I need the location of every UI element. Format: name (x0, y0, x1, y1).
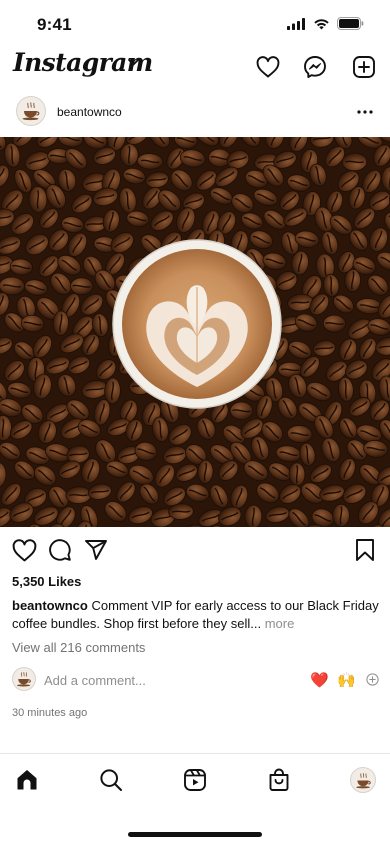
search-icon (100, 769, 122, 791)
wifi-icon (314, 18, 329, 29)
status-time: 9:41 (37, 15, 72, 34)
post-photo[interactable] (0, 137, 390, 527)
nav-home[interactable] (13, 766, 41, 794)
add-comment-row: ❤️ 🙌 (0, 667, 390, 693)
post-header: beantownco (0, 94, 390, 132)
caption-more-link[interactable]: more (261, 616, 295, 631)
messenger-icon (304, 56, 326, 78)
send-icon (85, 540, 107, 560)
add-comment-input[interactable] (44, 673, 294, 688)
heart-icon (12, 538, 36, 561)
new-post-button[interactable] (351, 54, 377, 80)
post-options-button[interactable] (356, 103, 374, 121)
post-author-username[interactable]: beantownco (57, 105, 122, 119)
messages-button[interactable] (302, 54, 328, 80)
shopping-bag-icon (269, 768, 289, 791)
save-button[interactable] (352, 537, 378, 563)
chevron-down-icon[interactable] (127, 58, 140, 67)
bottom-navigation (0, 753, 390, 844)
post-actions (0, 537, 390, 563)
bookmark-icon (356, 539, 374, 561)
share-button[interactable] (83, 537, 109, 563)
battery-icon (337, 17, 364, 30)
like-button[interactable] (11, 537, 37, 563)
nav-shop[interactable] (265, 766, 293, 794)
coffee-cup-logo-icon (17, 671, 31, 687)
status-icons (287, 17, 364, 30)
post-timestamp: 30 minutes ago (12, 707, 88, 719)
home-indicator (128, 832, 262, 837)
nav-search[interactable] (97, 766, 125, 794)
add-emoji-icon[interactable] (366, 673, 379, 686)
comment-icon (49, 539, 71, 561)
app-header: Instagram (0, 48, 390, 88)
current-user-avatar (12, 667, 36, 691)
home-icon (17, 770, 37, 790)
quick-emoji-raised-hands[interactable]: 🙌 (337, 671, 356, 689)
new-post-icon (353, 56, 375, 78)
coffee-cup-logo-icon (22, 102, 40, 121)
status-bar: 9:41 (0, 0, 390, 48)
nav-reels[interactable] (181, 766, 209, 794)
post-caption: beantownco Comment VIP for early access … (12, 597, 380, 633)
caption-username[interactable]: beantownco (12, 598, 88, 613)
signal-icon (287, 17, 305, 30)
more-horizontal-icon (357, 110, 373, 114)
coffee-beans-background (0, 137, 390, 527)
nav-profile-avatar[interactable] (350, 767, 376, 793)
likes-count[interactable]: 5,350 Likes (12, 574, 81, 589)
view-all-comments-link[interactable]: View all 216 comments (12, 640, 145, 655)
comment-button[interactable] (47, 537, 73, 563)
reels-icon (184, 769, 206, 791)
quick-emoji-heart[interactable]: ❤️ (310, 671, 329, 689)
notifications-button[interactable] (255, 54, 281, 80)
post-author-avatar[interactable] (16, 96, 46, 126)
heart-icon (256, 56, 280, 78)
coffee-cup-logo-icon (355, 772, 371, 788)
